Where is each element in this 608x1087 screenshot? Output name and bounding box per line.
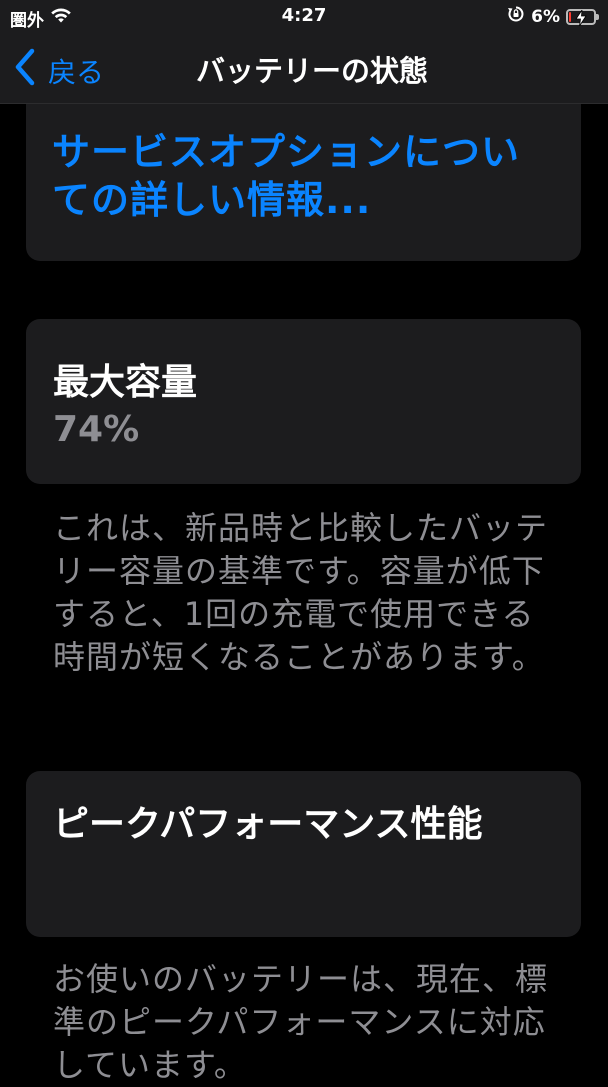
status-bar: 圏外 4:27 6% <box>0 0 608 34</box>
rotation-lock-icon <box>507 5 525 28</box>
battery-percent: 6% <box>531 6 560 27</box>
charging-bolt-icon <box>575 9 587 26</box>
nav-bar: 戻る バッテリーの状態 <box>0 34 608 104</box>
service-options-link[interactable]: サービスオプションについての詳しい情報... <box>52 128 552 224</box>
maximum-capacity-title: 最大容量 <box>53 362 198 403</box>
maximum-capacity-description: これは、新品時と比較したバッテリー容量の基準です。容量が低下すると、1回の充電で… <box>53 509 549 676</box>
page-title: バッテリーの状態 <box>195 54 428 88</box>
peak-performance-description: お使いのバッテリーは、現在、標準のピークパフォーマンスに対応しています。 <box>53 960 549 1084</box>
service-options-card: サービスオプションについての詳しい情報... <box>26 104 581 261</box>
battery-level <box>569 11 571 22</box>
maximum-capacity-card: 最大容量 74% <box>26 319 581 484</box>
maximum-capacity-value: 74% <box>53 409 140 450</box>
peak-performance-card: ピークパフォーマンス性能 <box>26 771 581 937</box>
peak-performance-title: ピークパフォーマンス性能 <box>53 804 483 845</box>
status-right: 6% <box>507 5 599 28</box>
battery-icon <box>566 8 599 26</box>
